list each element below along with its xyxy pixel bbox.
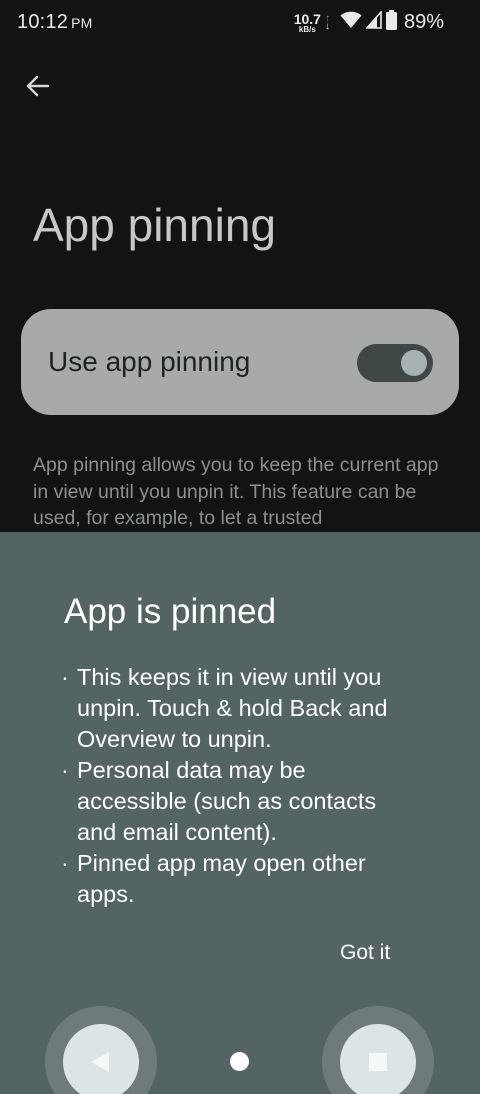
bullet-text: This keeps it in view until you unpin. T… (77, 664, 388, 752)
description-text: App pinning allows you to keep the curre… (33, 454, 439, 529)
app-pinning-toggle[interactable] (357, 344, 433, 382)
list-item: · Pinned app may open other apps. (56, 848, 416, 910)
nav-back-inner (63, 1024, 139, 1094)
data-activity-icon: ↑ ↓ (324, 12, 330, 32)
status-time-value: 10:12 (17, 11, 69, 33)
net-speed-unit: kB/s (298, 24, 316, 34)
net-speed-value: 10.7 (293, 10, 321, 27)
wifi-icon (340, 11, 362, 34)
use-app-pinning-card[interactable]: Use app pinning (21, 309, 459, 415)
battery-percent: 89% (403, 11, 444, 33)
bullet-dot: · (61, 664, 69, 690)
bullet-dot: · (61, 757, 69, 783)
status-bar: 10:12 PM 10.7 kB/s ↑ ↓ 89% (0, 0, 480, 48)
got-it-button[interactable]: Got it (330, 937, 400, 969)
nav-recents-icon (369, 1053, 387, 1071)
screen: 10:12 PM 10.7 kB/s ↑ ↓ 89% App pinning U… (0, 0, 480, 1094)
toggle-knob (401, 350, 427, 376)
page-title: App pinning (33, 199, 276, 251)
cell-signal-icon (365, 9, 382, 34)
bullet-text: Pinned app may open other apps. (77, 850, 366, 907)
toggle-label: Use app pinning (48, 346, 251, 377)
nav-home-icon[interactable] (230, 1052, 249, 1071)
status-time-ampm: PM (71, 15, 93, 31)
status-indicators: 10.7 kB/s ↑ ↓ 89% (294, 9, 444, 35)
bullet-text: Personal data may be accessible (such as… (77, 757, 377, 845)
sheet-bullet-list: · This keeps it in view until you unpin. … (56, 662, 416, 910)
bullet-dot: · (61, 850, 69, 876)
sheet-title: App is pinned (64, 592, 277, 631)
app-pinned-sheet: App is pinned · This keeps it in view unt… (0, 532, 480, 1094)
nav-back-icon (91, 1052, 109, 1072)
nav-recents-inner (340, 1024, 416, 1094)
arrow-back-icon[interactable] (22, 70, 54, 102)
status-time: 10:12 PM (17, 11, 92, 34)
battery-icon (385, 10, 397, 35)
list-item: · Personal data may be accessible (such a… (56, 755, 416, 848)
list-item: · This keeps it in view until you unpin. … (56, 662, 416, 755)
net-speed: 10.7 kB/s (294, 12, 321, 34)
